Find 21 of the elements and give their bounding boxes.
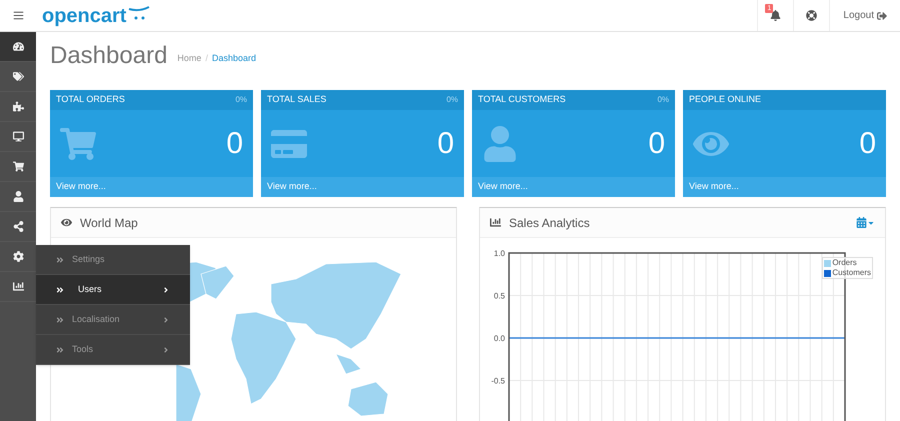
tile-title: TOTAL ORDERS <box>56 93 125 106</box>
legend-label: Orders <box>832 258 857 268</box>
panel-title: World Map <box>80 214 138 232</box>
tile-value: 0 <box>859 128 876 158</box>
tile-percent: 0% <box>657 94 669 106</box>
tile-value: 0 <box>648 128 665 158</box>
panel-title: Sales Analytics <box>509 214 590 232</box>
y-axis-label: -0.5 <box>491 376 505 386</box>
y-axis-label: 0.0 <box>494 334 505 343</box>
tile-value: 0 <box>226 128 243 158</box>
tile-title: TOTAL CUSTOMERS <box>478 93 566 106</box>
breadcrumb-separator: / <box>205 52 208 64</box>
page-title: Dashboard <box>50 42 168 70</box>
y-axis-label: 1.0 <box>494 249 505 258</box>
tile-percent: 0% <box>235 94 247 106</box>
tile-value: 0 <box>437 128 454 158</box>
tile-percent: 0% <box>446 94 458 106</box>
tile-title: TOTAL SALES <box>267 93 326 106</box>
y-axis-label: 0.5 <box>494 292 505 300</box>
legend-label: Customers <box>832 268 871 278</box>
tile-title: PEOPLE ONLINE <box>689 93 762 106</box>
